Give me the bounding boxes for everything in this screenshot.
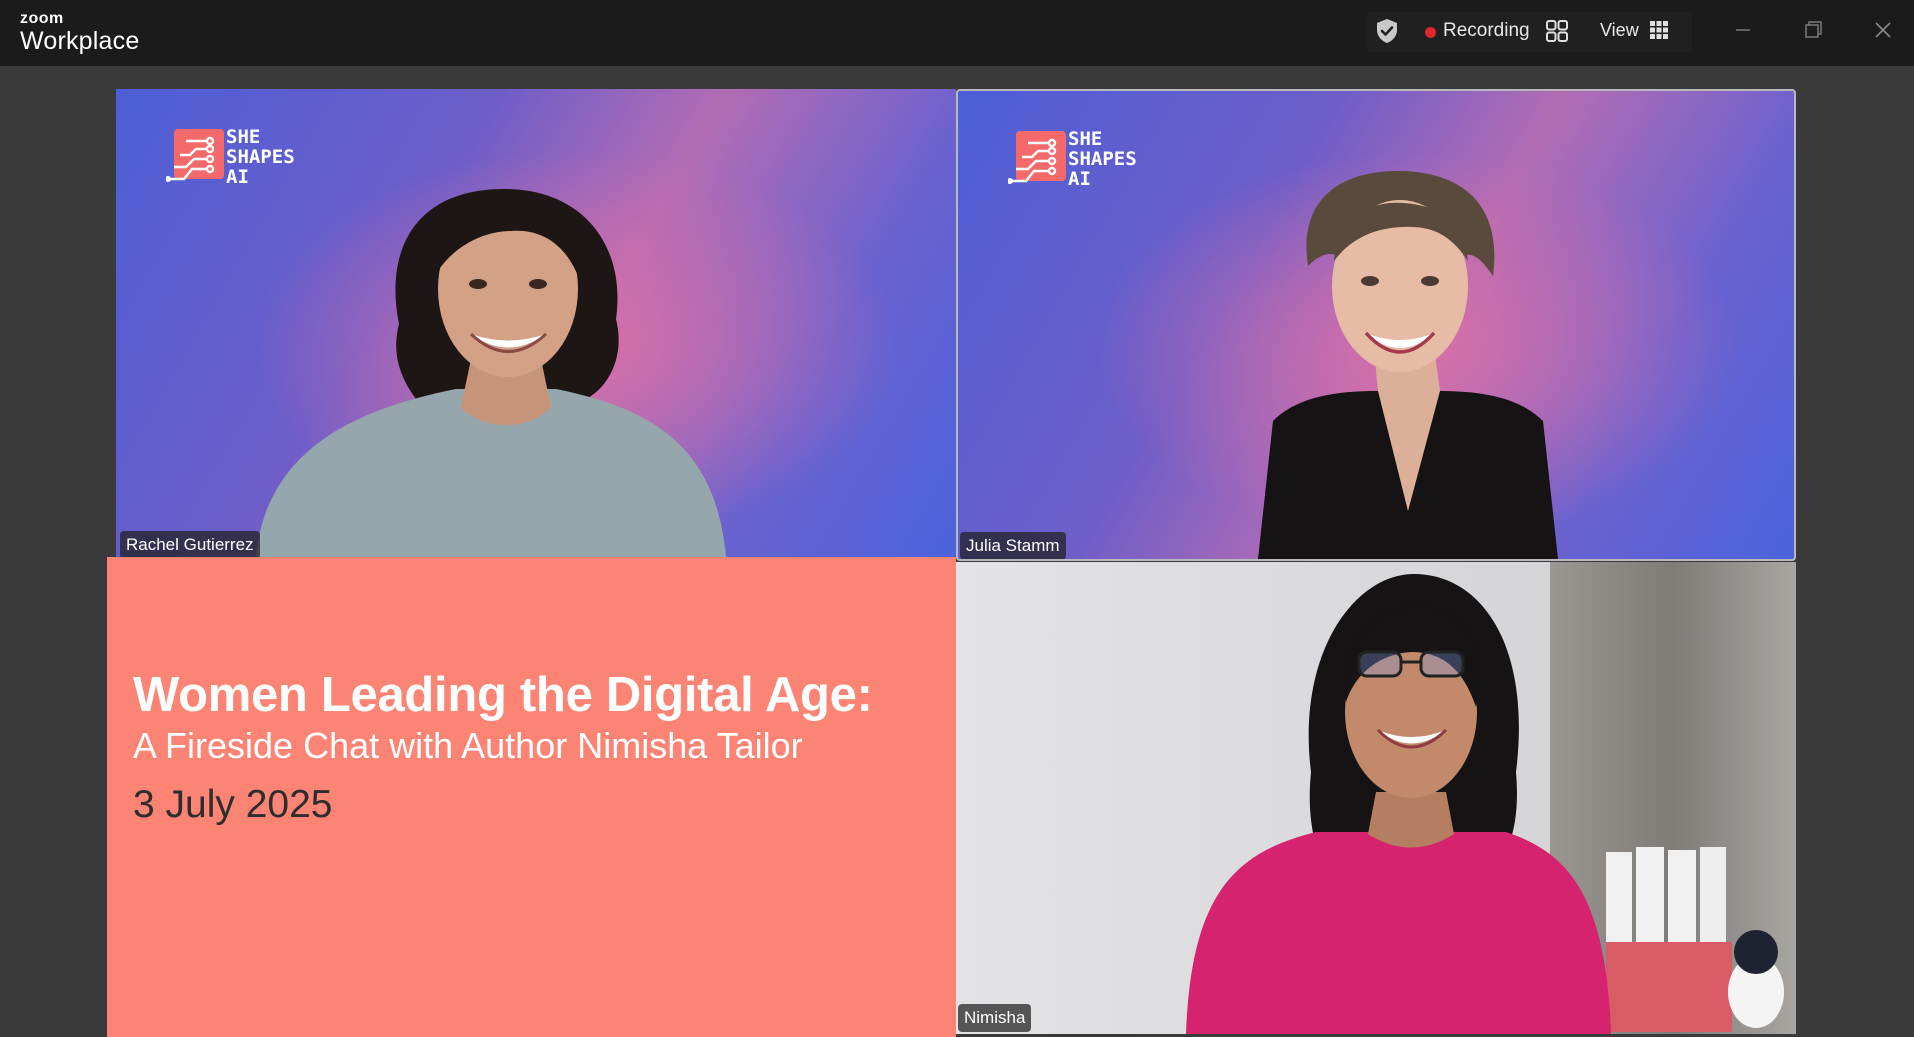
participant-name-label: Nimisha xyxy=(958,1004,1032,1032)
gallery-grid-icon[interactable] xyxy=(1545,19,1569,43)
app-logo: zoom Workplace xyxy=(20,10,140,56)
participant-name-label: Rachel Gutierrez xyxy=(120,531,260,557)
video-tile-participant-1[interactable]: SHE SHAPES AI Rachel Gutierrez xyxy=(116,89,956,557)
slide-title: Women Leading the Digital Age: xyxy=(133,668,873,722)
app-logo-name: Workplace xyxy=(20,27,140,55)
slide-subtitle: A Fireside Chat with Author Nimisha Tail… xyxy=(133,725,803,766)
participant-name-label: Julia Stamm xyxy=(960,532,1066,559)
slide-date: 3 July 2025 xyxy=(133,783,333,826)
participant-video-nimisha xyxy=(956,562,1796,1034)
shared-presentation-slide[interactable]: Women Leading the Digital Age: A Firesid… xyxy=(107,557,956,1037)
participant-video-julia xyxy=(1258,171,1558,559)
close-icon[interactable] xyxy=(1860,12,1906,48)
shield-check-icon[interactable] xyxy=(1372,16,1402,46)
view-button[interactable]: View xyxy=(1600,20,1639,41)
participant-video-rachel xyxy=(256,189,726,557)
minimize-icon[interactable] xyxy=(1720,12,1766,48)
view-grid-icon[interactable] xyxy=(1650,21,1668,39)
video-tile-participant-2[interactable]: SHE SHAPES AI Julia Stamm xyxy=(956,89,1796,561)
recording-indicator-dot xyxy=(1425,27,1436,38)
app-logo-small: zoom xyxy=(20,10,64,27)
restore-window-icon[interactable] xyxy=(1790,12,1836,48)
video-tile-participant-3[interactable]: Nimisha xyxy=(956,562,1796,1034)
recording-label[interactable]: Recording xyxy=(1443,20,1530,42)
